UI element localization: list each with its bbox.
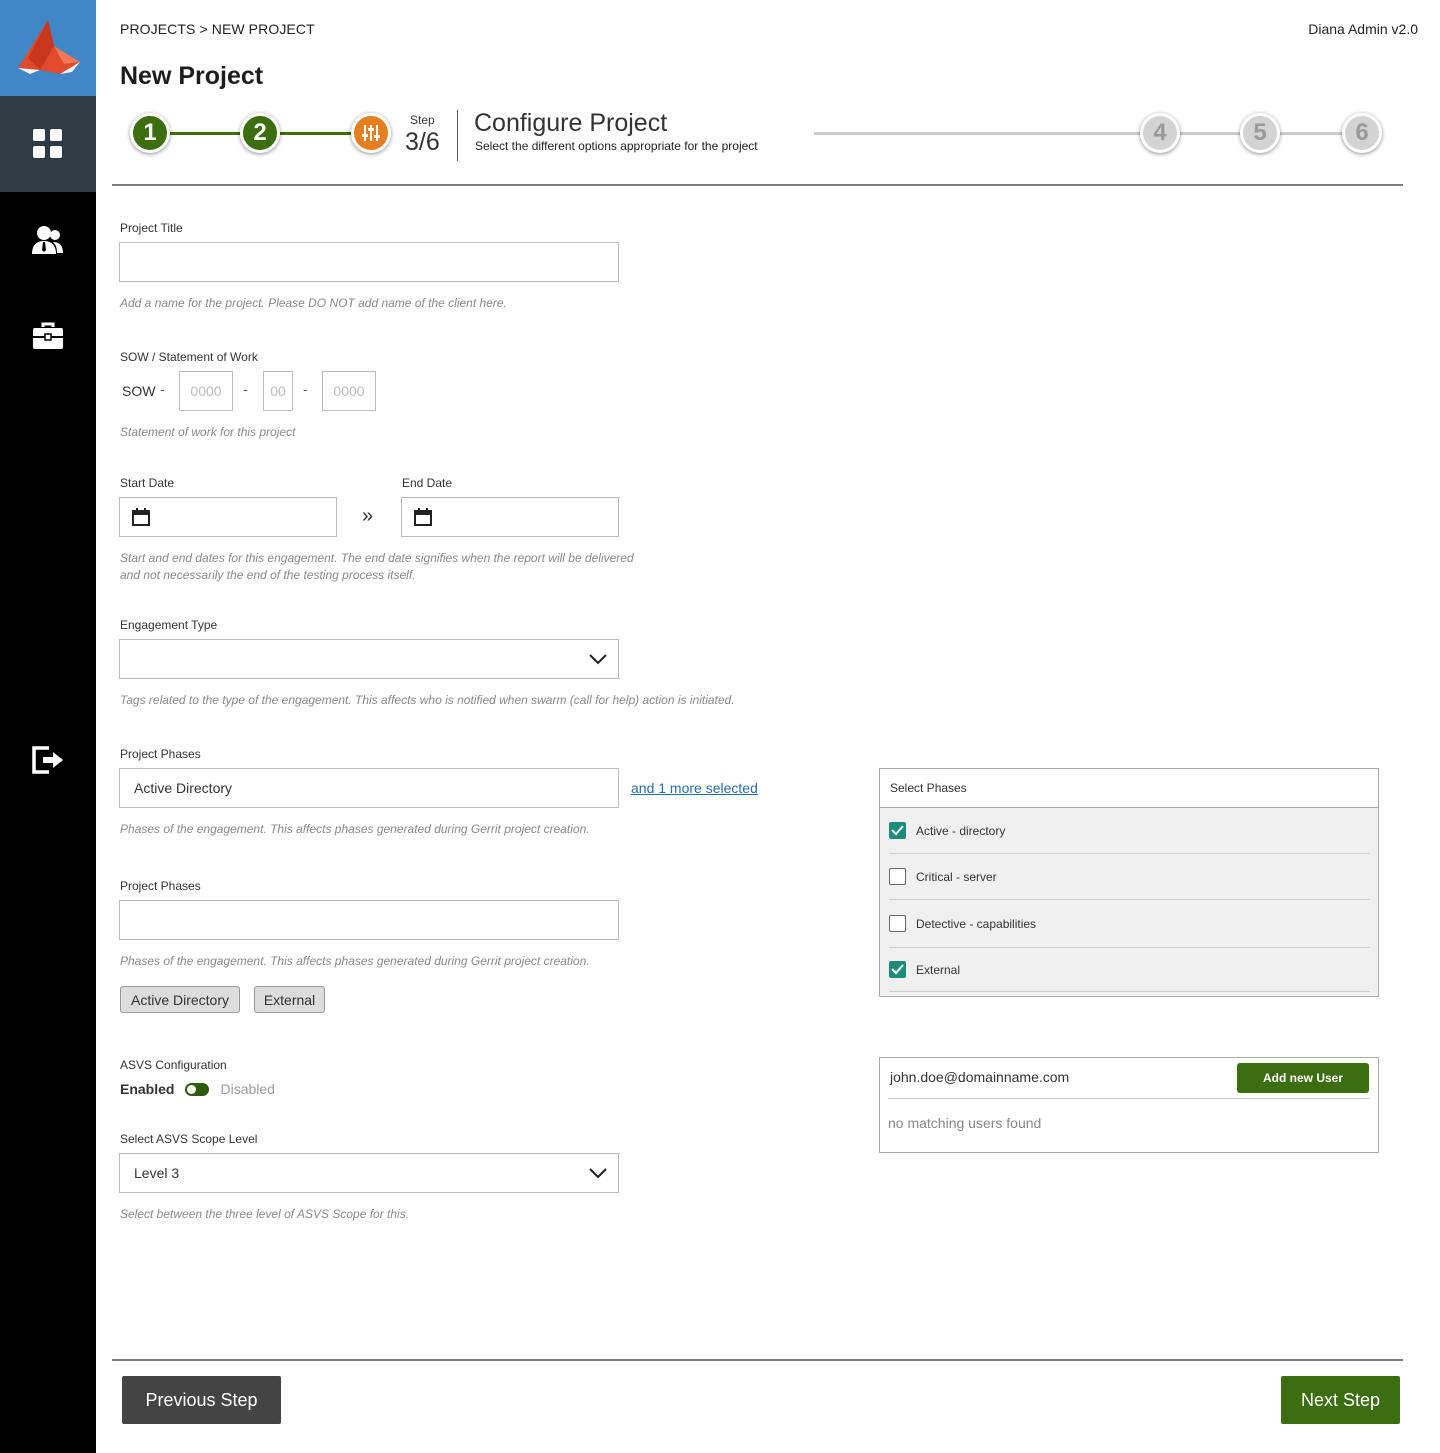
sow-separator: - xyxy=(160,381,165,397)
asvs-scope-select[interactable]: Level 3 xyxy=(119,1153,619,1193)
project-phases-hint: Phases of the engagement. This affects p… xyxy=(120,822,590,836)
project-phases-tag-input[interactable] xyxy=(119,900,619,940)
user-search-input[interactable]: john.doe@domainname.com xyxy=(890,1069,1069,1085)
app-logo[interactable] xyxy=(0,0,96,96)
phase-option[interactable]: Active - directory xyxy=(889,808,1370,854)
sow-part-1-input[interactable]: 0000 xyxy=(179,371,233,411)
app-version: Diana Admin v2.0 xyxy=(1308,21,1418,37)
next-step-button[interactable]: Next Step xyxy=(1281,1376,1400,1424)
calendar-icon xyxy=(132,508,150,526)
breadcrumb[interactable]: PROJECTS > NEW PROJECT xyxy=(120,21,315,37)
step-connector xyxy=(280,132,356,135)
checkbox-checked-icon[interactable] xyxy=(889,822,906,839)
step-connector xyxy=(814,132,1144,135)
sow-separator: - xyxy=(243,381,248,397)
header-divider xyxy=(112,184,1403,186)
step-word: Step xyxy=(410,113,435,127)
no-users-message: no matching users found xyxy=(888,1115,1042,1131)
project-title-input[interactable] xyxy=(119,242,619,282)
sow-separator: - xyxy=(303,381,308,397)
dates-hint-line-1: Start and end dates for this engagement.… xyxy=(120,551,634,565)
user-search-panel: john.doe@domainname.com Add new User no … xyxy=(879,1057,1379,1153)
sow-part-2-input[interactable]: 00 xyxy=(263,371,293,411)
select-phases-panel: Select Phases Active - directory Critica… xyxy=(879,768,1379,997)
step-6[interactable]: 6 xyxy=(1342,113,1382,153)
calendar-icon xyxy=(414,508,432,526)
date-range-symbol: » xyxy=(362,505,374,527)
engagement-type-label: Engagement Type xyxy=(120,618,218,632)
toggle-knob xyxy=(187,1084,197,1094)
briefcase-icon xyxy=(33,322,63,349)
footer-divider xyxy=(112,1359,1403,1361)
page-title: New Project xyxy=(120,62,264,90)
phase-option-label: External xyxy=(916,962,961,977)
project-phases-input[interactable]: Active Directory xyxy=(119,768,619,808)
sidebar-item-logout[interactable] xyxy=(0,712,96,808)
step-4[interactable]: 4 xyxy=(1140,113,1180,153)
step-connector xyxy=(170,132,244,135)
checkbox-checked-icon[interactable] xyxy=(889,961,906,978)
start-date-label: Start Date xyxy=(120,476,175,490)
asvs-scope-hint: Select between the three level of ASVS S… xyxy=(120,1207,410,1221)
phase-tag-external[interactable]: External xyxy=(254,986,325,1013)
asvs-scope-label: Select ASVS Scope Level xyxy=(120,1132,258,1146)
users-icon xyxy=(32,226,63,254)
engagement-type-hint: Tags related to the type of the engageme… xyxy=(120,693,735,707)
asvs-scope-value: Level 3 xyxy=(134,1165,180,1181)
step-title: Configure Project xyxy=(474,109,668,137)
previous-step-button[interactable]: Previous Step xyxy=(122,1376,281,1424)
asvs-toggle-group: Enabled Disabled xyxy=(120,1081,275,1097)
project-phases-hint: Phases of the engagement. This affects p… xyxy=(120,954,590,968)
sidebar xyxy=(0,0,96,1453)
sow-prefix: SOW xyxy=(122,383,156,399)
engagement-type-select[interactable] xyxy=(119,639,619,679)
sidebar-item-projects[interactable] xyxy=(0,288,96,384)
step-2[interactable]: 2 xyxy=(240,113,280,153)
asvs-disabled-label[interactable]: Disabled xyxy=(220,1081,274,1097)
dashboard-icon xyxy=(33,129,62,158)
step-subtitle: Select the different options appropriate… xyxy=(475,139,758,153)
end-date-input[interactable] xyxy=(401,497,619,537)
end-date-label: End Date xyxy=(402,476,453,490)
user-panel-divider xyxy=(888,1098,1370,1099)
phase-option-label: Active - directory xyxy=(916,823,1006,838)
step-5[interactable]: 5 xyxy=(1240,113,1280,153)
asvs-enabled-label[interactable]: Enabled xyxy=(120,1081,174,1097)
fox-logo-icon xyxy=(18,20,80,74)
phase-option[interactable]: Critical - server xyxy=(889,854,1370,900)
phase-tag-active-directory[interactable]: Active Directory xyxy=(120,986,240,1013)
select-phases-header: Select Phases xyxy=(880,769,1378,808)
dates-hint-line-2: and not necessarily the end of the testi… xyxy=(120,568,416,582)
sow-part-3-input[interactable]: 0000 xyxy=(322,371,376,411)
step-divider xyxy=(457,110,458,161)
step-1[interactable]: 1 xyxy=(130,113,170,153)
chevron-down-icon xyxy=(589,654,607,665)
step-connector xyxy=(1178,132,1244,135)
phase-option[interactable]: Detective - capabilities xyxy=(889,900,1370,948)
project-phases-label: Project Phases xyxy=(120,747,201,761)
phase-option-label: Detective - capabilities xyxy=(916,916,1037,931)
step-count: 3/6 xyxy=(405,128,440,156)
logout-icon xyxy=(32,746,63,774)
step-3[interactable] xyxy=(351,113,391,153)
chevron-down-icon xyxy=(589,1168,607,1179)
add-new-user-button[interactable]: Add new User xyxy=(1237,1063,1369,1093)
sow-label: SOW / Statement of Work xyxy=(120,350,258,364)
project-title-label: Project Title xyxy=(120,221,183,235)
more-selected-link[interactable]: and 1 more selected xyxy=(631,780,758,796)
phase-option-label: Critical - server xyxy=(916,869,997,884)
checkbox-unchecked-icon[interactable] xyxy=(889,868,906,885)
sidebar-item-dashboard[interactable] xyxy=(0,96,96,192)
sidebar-item-users[interactable] xyxy=(0,192,96,288)
sliders-icon xyxy=(362,125,380,141)
project-phases-label: Project Phases xyxy=(120,879,201,893)
sow-hint: Statement of work for this project xyxy=(120,425,296,439)
phase-option[interactable]: External xyxy=(889,948,1370,992)
asvs-toggle[interactable] xyxy=(185,1082,210,1096)
checkbox-unchecked-icon[interactable] xyxy=(889,915,906,932)
asvs-config-label: ASVS Configuration xyxy=(120,1058,227,1072)
start-date-input[interactable] xyxy=(119,497,337,537)
step-connector xyxy=(1278,132,1346,135)
project-title-hint: Add a name for the project. Please DO NO… xyxy=(120,296,507,310)
